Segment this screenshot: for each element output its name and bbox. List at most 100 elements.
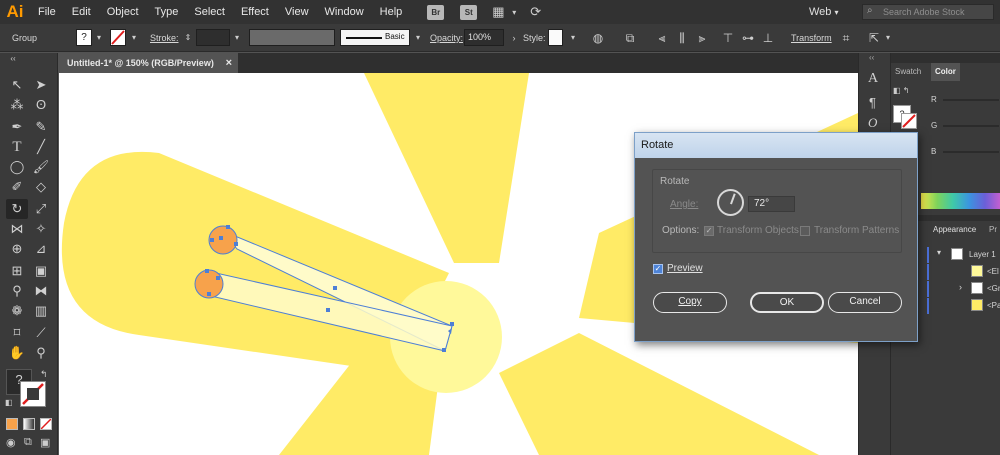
tab-color[interactable]: Color [931, 63, 960, 81]
chevron-down-icon[interactable]: ▾ [512, 8, 516, 17]
align-middle-icon[interactable]: ⊶ [740, 30, 756, 46]
mesh-tool-icon[interactable]: ⊞ [6, 261, 28, 281]
none-mode-button[interactable] [40, 418, 52, 430]
gpu-performance-icon[interactable]: ⟳ [530, 4, 541, 20]
close-icon[interactable]: × [226, 53, 232, 73]
stepper-icon[interactable]: ⇕ [180, 30, 196, 46]
menu-help[interactable]: Help [372, 0, 411, 24]
default-fill-stroke-icon[interactable]: ◧ [5, 398, 13, 407]
align-top-icon[interactable]: ⊤ [720, 30, 736, 46]
color-spectrum[interactable] [921, 193, 1000, 209]
selection-tool-icon[interactable]: ↖ [6, 75, 28, 95]
chevron-down-icon[interactable]: ▾ [229, 30, 245, 46]
stroke-weight-field[interactable] [196, 29, 230, 46]
opentype-panel-icon[interactable]: O [868, 115, 877, 131]
ellipse-tool-icon[interactable]: ◯ [6, 157, 28, 177]
angle-dial-icon[interactable] [717, 189, 744, 216]
align-right-icon[interactable]: ⫸ [694, 30, 710, 46]
channel-b-slider[interactable] [943, 151, 999, 153]
opacity-field[interactable]: 100% [464, 29, 504, 46]
menu-type[interactable]: Type [147, 0, 187, 24]
disclosure-triangle-icon[interactable]: ▾ [937, 248, 941, 257]
menu-effect[interactable]: Effect [233, 0, 277, 24]
menu-window[interactable]: Window [317, 0, 372, 24]
cancel-button[interactable]: Cancel [828, 292, 902, 313]
layer-item-row[interactable]: <El [927, 264, 1000, 280]
tab-appearance[interactable]: Appearance [933, 221, 976, 239]
menu-object[interactable]: Object [99, 0, 147, 24]
gradient-tool-icon[interactable]: ▣ [30, 261, 52, 281]
variable-width-profile[interactable] [249, 29, 335, 46]
chevron-down-icon[interactable]: ▾ [410, 30, 426, 46]
channel-r-slider[interactable] [943, 99, 999, 101]
hand-tool-icon[interactable]: ✋ [6, 343, 28, 363]
align-left-icon[interactable]: ⫷ [654, 30, 670, 46]
eraser-tool-icon[interactable]: ◇ [30, 177, 52, 197]
align-center-icon[interactable]: ⫼ [674, 30, 690, 46]
transform-patterns-checkbox[interactable] [800, 226, 810, 236]
fill-stroke-stroke-swatch[interactable] [20, 381, 46, 407]
dialog-title-bar[interactable]: Rotate [635, 133, 917, 158]
arrange-documents-icon[interactable]: ▦ [492, 5, 512, 19]
chevron-down-icon[interactable]: ▾ [126, 30, 142, 46]
panel-collapse-icon[interactable]: ‹‹ [2, 53, 24, 65]
transform-link[interactable]: Transform [791, 24, 832, 52]
width-tool-icon[interactable]: ⋈ [6, 219, 28, 239]
bridge-button[interactable]: Br [427, 4, 445, 20]
stroke-proxy[interactable] [901, 113, 917, 129]
menu-file[interactable]: File [30, 0, 64, 24]
copy-button[interactable]: Copy [653, 292, 727, 313]
type-tool-icon[interactable]: T [6, 137, 28, 157]
paintbrush-tool-icon[interactable]: 🖌 [30, 157, 52, 177]
tab-properties[interactable]: Pr [989, 221, 997, 239]
direct-selection-tool-icon[interactable]: ➤ [30, 75, 52, 95]
column-graph-tool-icon[interactable]: ▥ [30, 301, 52, 321]
workspace-switcher[interactable]: Web ▾ [809, 0, 839, 25]
fill-swatch[interactable]: ? [76, 29, 92, 46]
eyedropper-tool-icon[interactable]: ⚲ [6, 281, 28, 301]
puppet-warp-tool-icon[interactable]: ✧ [30, 219, 52, 239]
layer-row[interactable]: ▾ Layer 1 [927, 247, 1000, 263]
shape-builder-tool-icon[interactable]: ⊕ [6, 239, 28, 259]
stock-button[interactable]: St [460, 4, 478, 20]
default-colors-icon[interactable]: ◧ ↰ [893, 86, 909, 95]
brush-definition[interactable]: Basic [340, 29, 410, 46]
stroke-swatch[interactable] [110, 29, 126, 46]
angle-input[interactable]: 72° [748, 196, 795, 212]
chevron-down-icon[interactable]: ▾ [880, 30, 896, 46]
artboard-icon[interactable]: ⧉ [622, 30, 638, 46]
shaper-tool-icon[interactable]: ✐ [6, 177, 28, 197]
align-bottom-icon[interactable]: ⊥ [760, 30, 776, 46]
pen-tool-icon[interactable]: ✒ [6, 117, 28, 137]
graphic-style-swatch[interactable] [548, 29, 563, 46]
chevron-down-icon[interactable]: ▾ [565, 30, 581, 46]
zoom-tool-icon[interactable]: ⚲ [30, 343, 52, 363]
symbol-sprayer-tool-icon[interactable]: ❁ [6, 301, 28, 321]
draw-mode-icon[interactable]: ◉ [6, 436, 16, 449]
gradient-mode-button[interactable] [23, 418, 35, 430]
ok-button[interactable]: OK [750, 292, 824, 313]
preview-checkbox[interactable]: ✓ [653, 264, 663, 274]
artboard-tool-icon[interactable]: ⌑ [6, 323, 28, 343]
color-mode-button[interactable] [6, 418, 18, 430]
magic-wand-tool-icon[interactable]: ⁂ [6, 95, 28, 115]
chevron-right-icon[interactable]: › [959, 282, 962, 292]
blend-tool-icon[interactable]: ⧓ [30, 281, 52, 301]
tab-swatches[interactable]: Swatch [895, 63, 921, 81]
slice-tool-icon[interactable]: ⟋ [30, 323, 52, 343]
screen-mode-icon[interactable]: ⧉ [24, 436, 32, 449]
channel-g-slider[interactable] [943, 125, 999, 127]
chevron-down-icon[interactable]: ▾ [91, 30, 107, 46]
line-tool-icon[interactable]: ╱ [30, 137, 52, 157]
swap-fill-stroke-icon[interactable]: ↰ [40, 369, 48, 380]
rotate-tool-icon[interactable]: ↻ [6, 199, 28, 219]
chevron-right-icon[interactable]: › [506, 30, 522, 46]
menu-select[interactable]: Select [186, 0, 233, 24]
scale-tool-icon[interactable]: ⤢ [30, 199, 52, 219]
draw-inside-icon[interactable]: ▣ [40, 436, 50, 449]
layer-item-row[interactable]: › <Gr [927, 281, 1000, 297]
panel-expand-icon[interactable]: ‹‹ [869, 53, 874, 62]
menu-edit[interactable]: Edit [64, 0, 99, 24]
search-input[interactable]: Search Adobe Stock [862, 4, 994, 20]
paragraph-panel-icon[interactable]: ¶ [869, 95, 876, 110]
